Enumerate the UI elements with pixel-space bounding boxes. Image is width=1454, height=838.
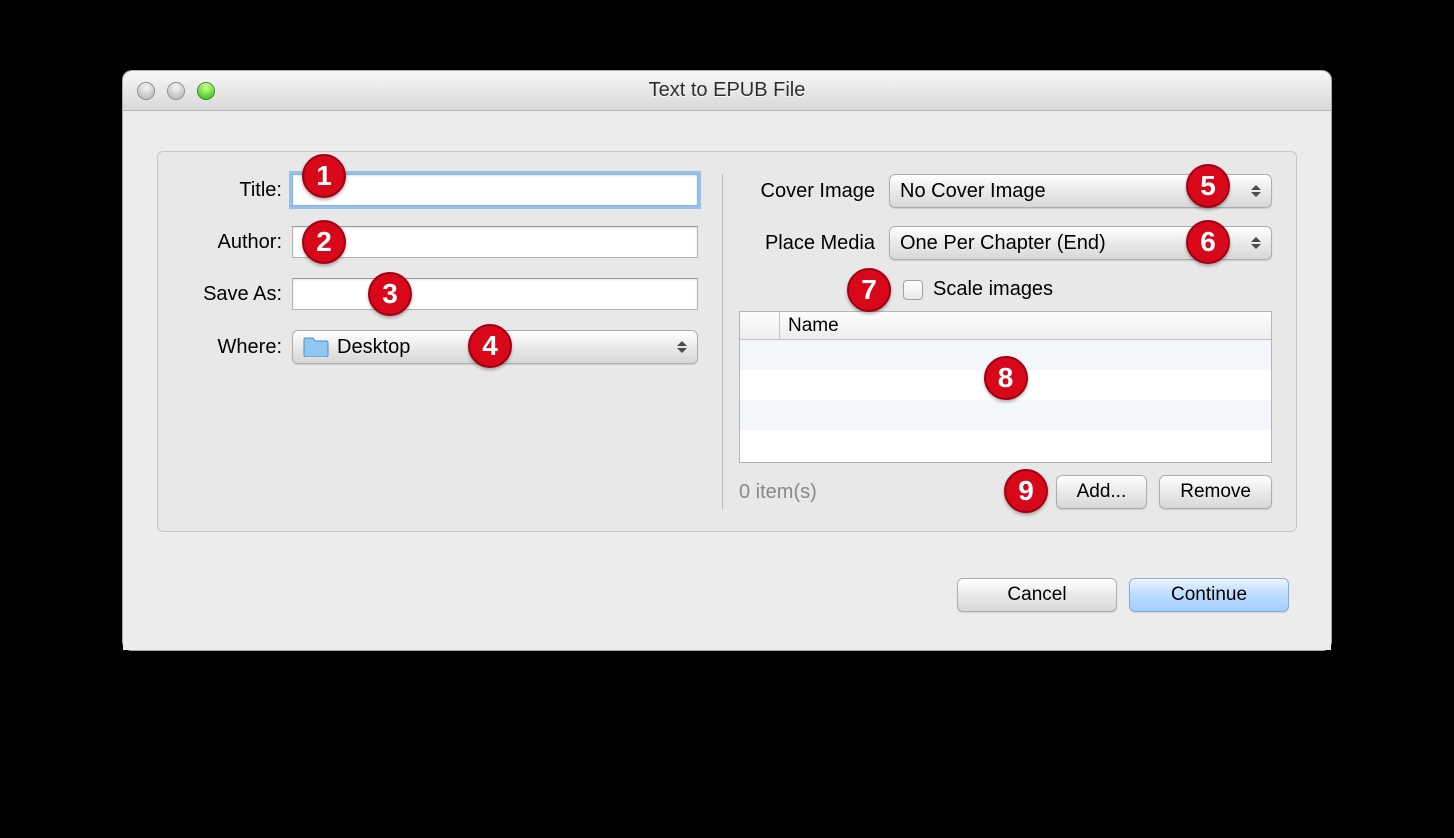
traffic-lights: [123, 82, 215, 100]
table-header-name: Name: [780, 315, 839, 337]
left-column: Title: 1 Author: 2 Save As: 3 Where:: [182, 174, 722, 509]
title-label: Title:: [182, 179, 292, 202]
remove-button-label: Remove: [1180, 481, 1251, 503]
vertical-separator: [722, 174, 723, 509]
where-label: Where:: [182, 336, 292, 359]
table-row: [740, 400, 1271, 430]
annotation-badge-9: 9: [1004, 469, 1048, 513]
chevron-updown-icon: [1251, 237, 1261, 249]
title-row: Title: 1: [182, 174, 698, 206]
scale-row: Scale images 7: [903, 278, 1272, 301]
chevron-updown-icon: [1251, 185, 1261, 197]
annotation-badge-2: 2: [302, 220, 346, 264]
place-row: Place Media One Per Chapter (End) 6: [739, 226, 1272, 260]
dialog-window: Text to EPUB File Title: 1 Author: 2 Sav…: [122, 70, 1332, 651]
cover-label: Cover Image: [739, 180, 889, 203]
continue-button[interactable]: Continue: [1129, 578, 1289, 612]
where-row: Where: Desktop 4: [182, 330, 698, 364]
title-input[interactable]: [292, 174, 698, 206]
scale-label: Scale images: [933, 278, 1053, 301]
window-title: Text to EPUB File: [123, 79, 1331, 102]
add-button[interactable]: Add...: [1056, 475, 1148, 509]
cover-row: Cover Image No Cover Image 5: [739, 174, 1272, 208]
author-row: Author: 2: [182, 226, 698, 258]
close-window-icon[interactable]: [137, 82, 155, 100]
media-table[interactable]: Name 8: [739, 311, 1272, 463]
continue-button-label: Continue: [1171, 584, 1247, 606]
annotation-badge-4: 4: [468, 324, 512, 368]
annotation-badge-8: 8: [984, 356, 1028, 400]
items-count: 0 item(s): [739, 481, 817, 504]
author-label: Author:: [182, 231, 292, 254]
annotation-badge-6: 6: [1186, 220, 1230, 264]
chevron-updown-icon: [677, 341, 687, 353]
folder-icon: [303, 337, 329, 357]
where-value: Desktop: [337, 336, 410, 359]
zoom-window-icon[interactable]: [197, 82, 215, 100]
table-row: [740, 430, 1271, 460]
annotation-badge-7: 7: [847, 268, 891, 312]
remove-button[interactable]: Remove: [1159, 475, 1272, 509]
cancel-button[interactable]: Cancel: [957, 578, 1117, 612]
titlebar: Text to EPUB File: [123, 71, 1331, 111]
footer: Cancel Continue: [157, 532, 1297, 620]
cancel-button-label: Cancel: [1007, 584, 1066, 606]
saveas-input[interactable]: [292, 278, 698, 310]
table-header-blank: [740, 312, 780, 339]
place-value: One Per Chapter (End): [900, 232, 1106, 255]
table-header: Name: [740, 312, 1271, 340]
saveas-label: Save As:: [182, 283, 292, 306]
author-input[interactable]: [292, 226, 698, 258]
minimize-window-icon[interactable]: [167, 82, 185, 100]
saveas-row: Save As: 3: [182, 278, 698, 310]
items-row: 0 item(s) 9 Add... Remove: [739, 475, 1272, 509]
add-button-label: Add...: [1077, 481, 1127, 503]
right-column: Cover Image No Cover Image 5 Place Media…: [739, 174, 1272, 509]
cover-value: No Cover Image: [900, 180, 1046, 203]
annotation-badge-1: 1: [302, 154, 346, 198]
scale-checkbox[interactable]: [903, 280, 923, 300]
content-area: Title: 1 Author: 2 Save As: 3 Where:: [123, 111, 1331, 650]
annotation-badge-5: 5: [1186, 164, 1230, 208]
form-panel: Title: 1 Author: 2 Save As: 3 Where:: [157, 151, 1297, 532]
place-label: Place Media: [739, 232, 889, 255]
annotation-badge-3: 3: [368, 272, 412, 316]
